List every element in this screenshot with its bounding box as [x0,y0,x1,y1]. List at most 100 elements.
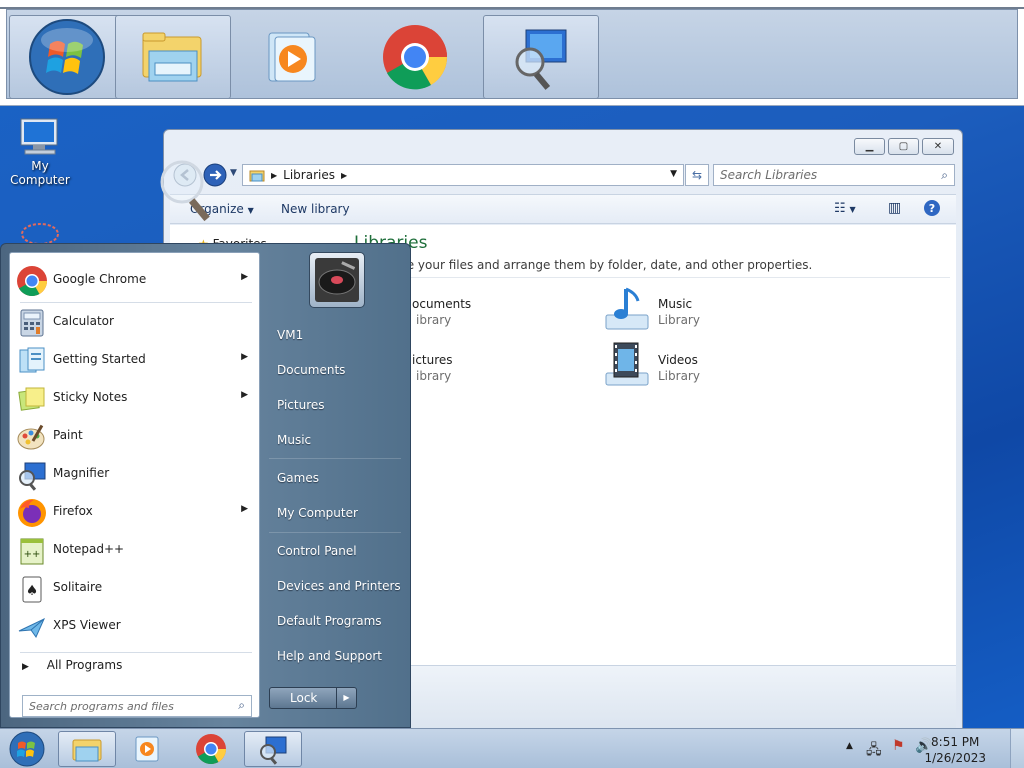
show-desktop-button[interactable] [1010,729,1024,768]
taskbar-explorer-button[interactable] [58,731,116,767]
start-right-user-folder[interactable]: VM1 [277,328,303,342]
change-view-button[interactable]: ☷ ▼ [834,201,856,216]
start-item-sticky-notes[interactable]: Sticky Notes ▶ [12,380,258,416]
magnifier-lens-icon [160,160,210,222]
lock-button[interactable]: Lock ▶ [269,687,357,709]
start-right-games[interactable]: Games [277,471,319,485]
lock-label: Lock [290,691,318,705]
library-pictures[interactable]: ictures ibrary [382,353,582,393]
search-libraries-placeholder: Search Libraries [720,168,818,182]
program-label: Paint [53,428,83,442]
right-separator [269,458,401,459]
start-search-input[interactable]: Search programs and files ⌕ [22,695,252,717]
pinned-separator [20,302,252,303]
all-programs-button[interactable]: ▶ All Programs [22,658,122,672]
recent-pages-dropdown-icon[interactable]: ▼ [230,168,237,178]
magnified-start-orb [9,15,125,99]
getting-started-icon [19,347,45,373]
breadcrumb-libraries[interactable]: Libraries [283,168,335,182]
start-orb-icon [9,731,45,767]
start-right-music[interactable]: Music [277,433,311,447]
start-item-calculator[interactable]: Calculator [12,304,258,340]
help-button[interactable]: ? [923,199,941,220]
search-icon: ⌕ [941,168,948,182]
magnified-chrome-button [357,15,473,99]
start-right-help-support[interactable]: Help and Support [277,649,382,663]
start-button[interactable] [2,731,52,767]
start-menu: Google Chrome ▶ Calculator Getting Start… [0,243,411,728]
taskbar-chrome-button[interactable] [182,731,240,767]
refresh-button[interactable]: ⇆ [685,164,709,186]
network-icon[interactable]: 🖧 [866,739,882,763]
navigation-row: ▼ ▶ Libraries ▶ ▼ ⇆ Search Libraries ⌕ [170,162,956,188]
submenu-arrow-icon: ▶ [241,272,248,282]
start-item-notepadpp[interactable]: ++ Notepad++ [12,532,258,568]
start-item-xps-viewer[interactable]: XPS Viewer [12,608,258,644]
library-documents[interactable]: ocuments ibrary [382,297,582,337]
library-type: ibrary [416,369,452,383]
library-name: ictures [412,353,453,367]
chrome-icon [383,25,448,90]
address-bar[interactable]: ▶ Libraries ▶ ▼ [242,164,684,186]
show-hidden-icons-button[interactable]: ▲ [846,741,853,751]
program-label: Magnifier [53,466,110,480]
start-right-control-panel[interactable]: Control Panel [277,544,357,558]
desktop-icon-my-computer[interactable]: My Computer [0,117,80,187]
start-right-documents[interactable]: Documents [277,363,345,377]
library-name: Music [658,297,693,311]
library-type: Library [658,313,700,327]
start-item-getting-started[interactable]: Getting Started ▶ [12,342,258,378]
start-right-default-programs[interactable]: Default Programs [277,614,382,628]
preview-pane-icon: ▥ [888,200,902,216]
breadcrumb-chevron-icon[interactable]: ▶ [341,171,347,180]
taskbar-media-player-button[interactable] [118,731,176,767]
start-right-pictures[interactable]: Pictures [277,398,325,412]
magnified-magnifier-button [483,15,599,99]
new-library-button[interactable]: New library [281,202,350,216]
program-label: Solitaire [53,580,103,594]
action-center-flag-icon[interactable]: ⚑ [892,738,905,754]
minimize-button[interactable]: ▁ [854,138,885,155]
window-controls: ▁ ▢ ✕ [854,138,954,155]
magnifier-frame-top [0,0,1024,9]
sticky-notes-icon [18,387,45,411]
start-item-solitaire[interactable]: ♠ Solitaire [12,570,258,606]
taskbar-clock[interactable]: 8:51 PM 1/26/2023 [924,734,986,766]
preview-pane-button[interactable]: ▥ [888,200,901,216]
desktop-icon-label: My Computer [10,159,70,187]
submenu-arrow-icon: ▶ [241,504,248,514]
start-right-devices-printers[interactable]: Devices and Printers [277,579,401,593]
submenu-arrow-icon: ▶ [241,390,248,400]
address-dropdown-icon[interactable]: ▼ [670,169,677,179]
library-music[interactable]: Music Library [602,287,802,337]
magnified-taskbar [6,9,1018,99]
paint-icon [17,424,45,450]
shutdown-options-arrow-icon[interactable]: ▶ [336,688,356,708]
start-item-magnifier[interactable]: Magnifier [12,456,258,492]
solitaire-icon: ♠ [22,576,42,603]
start-item-paint[interactable]: Paint [12,418,258,454]
calculator-icon [20,309,44,337]
start-right-my-computer[interactable]: My Computer [277,506,358,520]
library-name: Videos [658,353,698,367]
maximize-button[interactable]: ▢ [888,138,919,155]
start-item-google-chrome[interactable]: Google Chrome ▶ [12,262,258,298]
library-type: ibrary [416,313,452,327]
search-libraries-input[interactable]: Search Libraries ⌕ [713,164,955,186]
magnifier-icon [515,29,567,90]
magnifier-view [0,0,1024,106]
libraries-description: ary to see your files and arrange them b… [354,258,813,272]
magnifier-icon [260,736,287,765]
user-picture[interactable] [309,252,365,308]
library-videos[interactable]: Videos Library [602,342,802,393]
right-separator [269,532,401,533]
library-type: Library [658,369,700,383]
program-label: Calculator [53,314,114,328]
taskbar-magnifier-button[interactable] [244,731,302,767]
notepadpp-icon: ++ [20,538,44,565]
close-button[interactable]: ✕ [922,138,954,155]
start-item-firefox[interactable]: Firefox ▶ [12,494,258,530]
submenu-arrow-icon: ▶ [241,352,248,362]
close-icon: ✕ [933,141,943,152]
maximize-icon: ▢ [898,141,909,152]
